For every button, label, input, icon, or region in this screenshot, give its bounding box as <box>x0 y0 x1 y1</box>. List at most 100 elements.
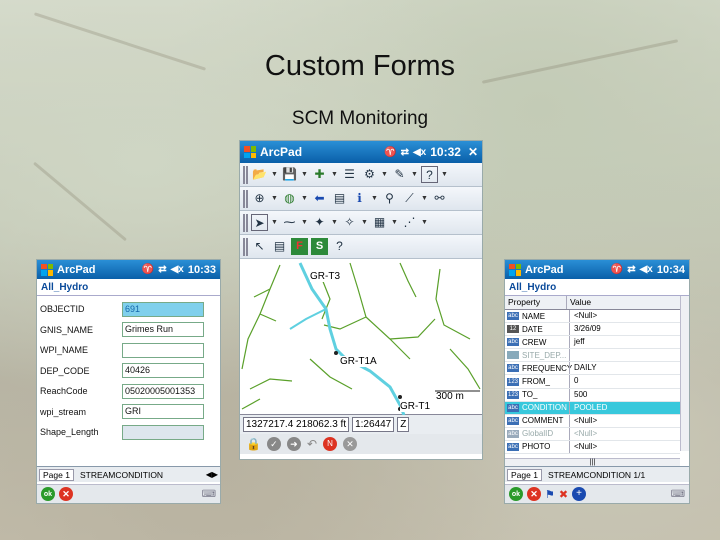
tools-icon[interactable]: ✎ <box>391 166 408 183</box>
cancel-icon[interactable]: ✕ <box>59 487 73 501</box>
volume-icon[interactable]: ◀x <box>640 264 653 275</box>
column-header-property[interactable]: Property <box>505 296 567 309</box>
undo-icon[interactable]: ↶ <box>307 437 317 451</box>
ok-button[interactable]: ok <box>509 487 523 501</box>
layers-icon[interactable]: ☰ <box>341 166 358 183</box>
save-icon[interactable]: 💾 <box>281 166 298 183</box>
tab-streamcondition[interactable]: STREAMCONDITION 1/1 <box>545 470 648 480</box>
chevron-down-icon[interactable]: ▼ <box>411 166 418 183</box>
table-row[interactable]: abc PHOTO <Null> <box>505 440 680 455</box>
table-row[interactable]: 12 DATE 3/26/09 <box>505 323 680 337</box>
shape-length-field[interactable] <box>122 424 204 440</box>
tab-page-1[interactable]: Page 1 <box>39 468 74 481</box>
zoom-in-icon[interactable]: ⊕ <box>251 190 268 207</box>
chevron-down-icon[interactable]: ▼ <box>421 190 428 207</box>
table-row[interactable]: abc COMMENT <Null> <box>505 414 680 428</box>
dep-code-field[interactable]: 40426 <box>122 363 204 379</box>
table-row[interactable]: SITE_DEP... <box>505 349 680 363</box>
chevron-down-icon[interactable]: ▼ <box>271 214 278 231</box>
bookmark-icon[interactable]: ▤ <box>331 190 348 207</box>
chevron-down-icon[interactable]: ▼ <box>381 166 388 183</box>
volume-icon[interactable]: ◀x <box>413 147 426 158</box>
delete-icon[interactable]: ✖ <box>559 488 568 501</box>
keyboard-icon[interactable]: ⌨ <box>671 489 685 500</box>
chevron-down-icon[interactable]: ▼ <box>441 166 448 183</box>
add-layer-icon[interactable]: ✚ <box>311 166 328 183</box>
ok-button[interactable]: ok <box>41 487 55 501</box>
horizontal-scrollbar[interactable]: ||| <box>505 458 680 466</box>
objectid-field[interactable]: 691 <box>122 301 204 317</box>
value-cell[interactable] <box>569 349 680 362</box>
table-row[interactable]: abc CREW jeff <box>505 336 680 350</box>
tab-page-1[interactable]: Page 1 <box>507 468 542 481</box>
chevron-down-icon[interactable]: ▼ <box>301 214 308 231</box>
confirm-icon[interactable]: ✓ <box>266 437 281 451</box>
keyboard-icon[interactable]: ⌨ <box>202 489 216 500</box>
chevron-down-icon[interactable]: ▼ <box>271 166 278 183</box>
table-row[interactable]: abc GlobalID <Null> <box>505 427 680 441</box>
gps-tool-icon[interactable]: ⚙ <box>361 166 378 183</box>
map-canvas[interactable]: GR-T3 GR-T1A GR-T1 300 m <box>240 259 482 415</box>
value-cell[interactable]: 3/26/09 <box>569 323 680 336</box>
form-f-button[interactable]: F <box>291 238 308 255</box>
chevron-down-icon[interactable]: ▼ <box>271 190 278 207</box>
help-icon[interactable]: ? <box>421 166 438 183</box>
snap-icon[interactable]: ⋰ <box>401 214 418 231</box>
forward-icon[interactable]: ➜ <box>286 437 301 451</box>
chevron-down-icon[interactable]: ▼ <box>331 166 338 183</box>
windows-start-icon[interactable] <box>41 263 53 276</box>
tab-scroll-icon[interactable]: ◀▶ <box>206 470 218 479</box>
pointer-icon[interactable]: ↖ <box>251 238 268 255</box>
value-cell[interactable]: <Null> <box>569 414 680 427</box>
back-arrow-icon[interactable]: ⬅ <box>311 190 328 207</box>
scale-readout[interactable]: 1:26447 <box>352 417 395 432</box>
table-row[interactable]: 123 FROM_ 0 <box>505 375 680 389</box>
chevron-down-icon[interactable]: ▼ <box>361 214 368 231</box>
chevron-down-icon[interactable]: ▼ <box>301 166 308 183</box>
value-cell[interactable]: 0 <box>569 375 680 388</box>
polyline-icon[interactable]: ⁓ <box>281 214 298 231</box>
table-row[interactable]: abc FREQUENCY DAILY <box>505 362 680 376</box>
value-cell[interactable]: DAILY <box>569 362 680 375</box>
windows-start-icon[interactable] <box>244 146 256 158</box>
no-entry-icon[interactable]: N <box>323 437 338 451</box>
select-arrow-icon[interactable]: ➤ <box>251 214 268 231</box>
volume-icon[interactable]: ◀x <box>171 264 184 275</box>
gnis-name-field[interactable]: Grimes Run <box>122 322 204 338</box>
vertical-scrollbar[interactable] <box>680 296 689 451</box>
column-header-value[interactable]: Value <box>567 296 689 309</box>
table-row[interactable]: 123 TO_ 500 <box>505 388 680 402</box>
value-cell[interactable]: POOLED <box>569 401 680 414</box>
form-s-button[interactable]: S <box>311 238 328 255</box>
wpi-stream-field[interactable]: GRI <box>122 404 204 420</box>
delete-icon[interactable]: ✕ <box>343 437 358 451</box>
edit-vertex-icon[interactable]: ✧ <box>341 214 358 231</box>
reachcode-field[interactable]: 05020005001353 <box>122 383 204 399</box>
value-cell[interactable]: <Null> <box>569 440 680 454</box>
value-cell[interactable]: jeff <box>569 336 680 349</box>
measure-icon[interactable]: ⟋ <box>401 190 418 207</box>
find-icon[interactable]: ⚲ <box>381 190 398 207</box>
table-row-selected[interactable]: abc CONDITION POOLED <box>505 401 680 415</box>
value-cell[interactable]: 500 <box>569 388 680 401</box>
lock-icon[interactable]: 🔒 <box>246 437 261 451</box>
chevron-down-icon[interactable]: ▼ <box>331 214 338 231</box>
table-row[interactable]: abc NAME <Null> <box>505 310 680 324</box>
windows-start-icon[interactable] <box>509 263 521 276</box>
chevron-down-icon[interactable]: ▼ <box>301 190 308 207</box>
query-icon[interactable]: ? <box>331 238 348 255</box>
value-cell[interactable]: <Null> <box>569 427 680 440</box>
form-icon[interactable]: ▤ <box>271 238 288 255</box>
tab-streamcondition[interactable]: STREAMCONDITION <box>77 470 166 480</box>
chevron-down-icon[interactable]: ▼ <box>391 214 398 231</box>
add-icon[interactable]: + <box>572 487 587 501</box>
close-icon[interactable]: ✕ <box>468 145 478 159</box>
value-cell[interactable]: <Null> <box>569 310 680 323</box>
hyperlink-icon[interactable]: ⚯ <box>431 190 448 207</box>
flag-icon[interactable]: ⚑ <box>545 488 555 501</box>
attributes-icon[interactable]: ▦ <box>371 214 388 231</box>
cancel-icon[interactable]: ✕ <box>527 487 541 501</box>
wpi-name-field[interactable] <box>122 342 204 358</box>
chevron-down-icon[interactable]: ▼ <box>421 214 428 231</box>
vertex-icon[interactable]: ✦ <box>311 214 328 231</box>
